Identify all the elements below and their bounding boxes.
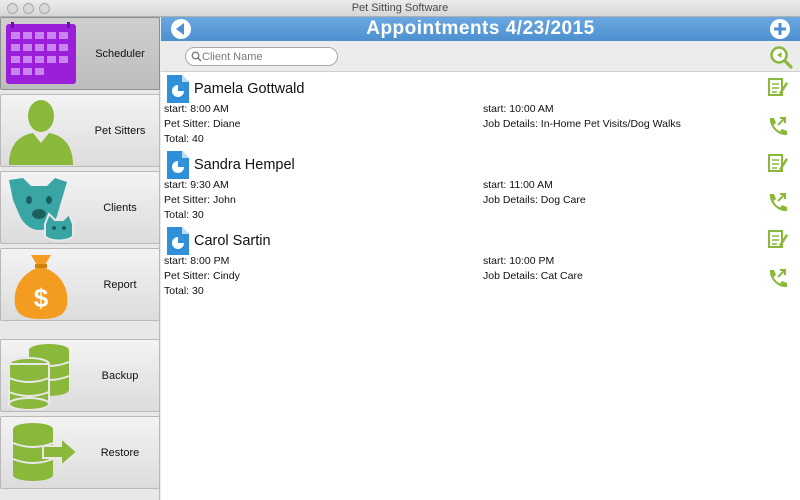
calendar-icon	[6, 22, 76, 84]
window-title: Pet Sitting Software	[351, 2, 449, 14]
call-button[interactable]	[766, 267, 788, 289]
client-name: Pamela Gottwald	[194, 81, 305, 97]
total: Total: 30	[164, 209, 204, 221]
zoom-window-button[interactable]	[39, 3, 50, 14]
end-time: start: 11:00 AM	[483, 179, 553, 191]
close-window-button[interactable]	[7, 3, 18, 14]
total: Total: 40	[164, 133, 204, 145]
pet-sitter: Pet Sitter: Cindy	[164, 270, 240, 282]
edit-note-button[interactable]	[766, 228, 788, 250]
svg-text:$: $	[34, 283, 49, 313]
sidebar-item-pet-sitters[interactable]: Pet Sitters	[0, 94, 160, 167]
sidebar-item-label: Clients	[103, 202, 137, 214]
appointment-item: Carol Sartin start: 8:00 PM start: 10:00…	[161, 225, 800, 302]
search-field	[185, 47, 338, 66]
add-icon	[774, 23, 786, 35]
start-time: start: 8:00 AM	[164, 103, 229, 115]
sidebar-item-label: Backup	[101, 370, 139, 382]
search-icon	[191, 51, 202, 62]
pet-sitter: Pet Sitter: John	[164, 194, 236, 206]
sidebar-item-report[interactable]: $ Report	[0, 248, 160, 321]
database-backup-icon	[8, 344, 70, 410]
client-name-search-input[interactable]	[202, 49, 334, 64]
document-icon	[167, 151, 189, 179]
main-panel: Appointments 4/23/2015 Pamela Gottwald	[161, 17, 800, 500]
client-name: Sandra Hempel	[194, 157, 295, 173]
dog-cat-icon	[9, 178, 74, 242]
sidebar-item-scheduler[interactable]: Scheduler	[0, 17, 160, 90]
start-time: start: 8:00 PM	[164, 255, 230, 267]
call-button[interactable]	[766, 115, 788, 137]
job-details: Job Details: Dog Care	[483, 194, 586, 206]
end-time: start: 10:00 AM	[483, 103, 554, 115]
call-button[interactable]	[766, 191, 788, 213]
edit-note-button[interactable]	[766, 76, 788, 98]
start-time: start: 9:30 AM	[164, 179, 229, 191]
search-go-button[interactable]	[769, 45, 793, 69]
database-restore-icon	[12, 423, 79, 481]
end-time: start: 10:00 PM	[483, 255, 555, 267]
page-title: Appointments 4/23/2015	[366, 18, 595, 39]
sidebar-item-label: Report	[103, 279, 137, 291]
sidebar-item-restore[interactable]: Restore	[0, 416, 160, 489]
job-details: Job Details: In-Home Pet Visits/Dog Walk…	[483, 118, 681, 130]
document-icon	[167, 227, 189, 255]
search-bar	[161, 41, 800, 72]
appointment-item: Sandra Hempel start: 9:30 AM start: 11:0…	[161, 149, 800, 226]
appointment-item: Pamela Gottwald start: 8:00 AM start: 10…	[161, 73, 800, 150]
window-titlebar: Pet Sitting Software	[0, 0, 800, 17]
appointments-header: Appointments 4/23/2015	[161, 17, 800, 41]
edit-note-button[interactable]	[766, 152, 788, 174]
sidebar-item-label: Pet Sitters	[94, 125, 146, 137]
add-appointment-button[interactable]	[770, 19, 790, 39]
sidebar: Scheduler Pet Sitters Clients $ Report B…	[0, 17, 160, 500]
sidebar-item-label: Scheduler	[95, 48, 145, 60]
client-name: Carol Sartin	[194, 233, 271, 249]
total: Total: 30	[164, 285, 204, 297]
sidebar-item-clients[interactable]: Clients	[0, 171, 160, 244]
sidebar-item-label: Restore	[100, 447, 140, 459]
pet-sitter: Pet Sitter: Diane	[164, 118, 241, 130]
job-details: Job Details: Cat Care	[483, 270, 583, 282]
sidebar-item-backup[interactable]: Backup	[0, 339, 160, 412]
document-icon	[167, 75, 189, 103]
minimize-window-button[interactable]	[23, 3, 34, 14]
person-icon	[9, 100, 73, 165]
money-bag-icon: $	[14, 255, 68, 319]
